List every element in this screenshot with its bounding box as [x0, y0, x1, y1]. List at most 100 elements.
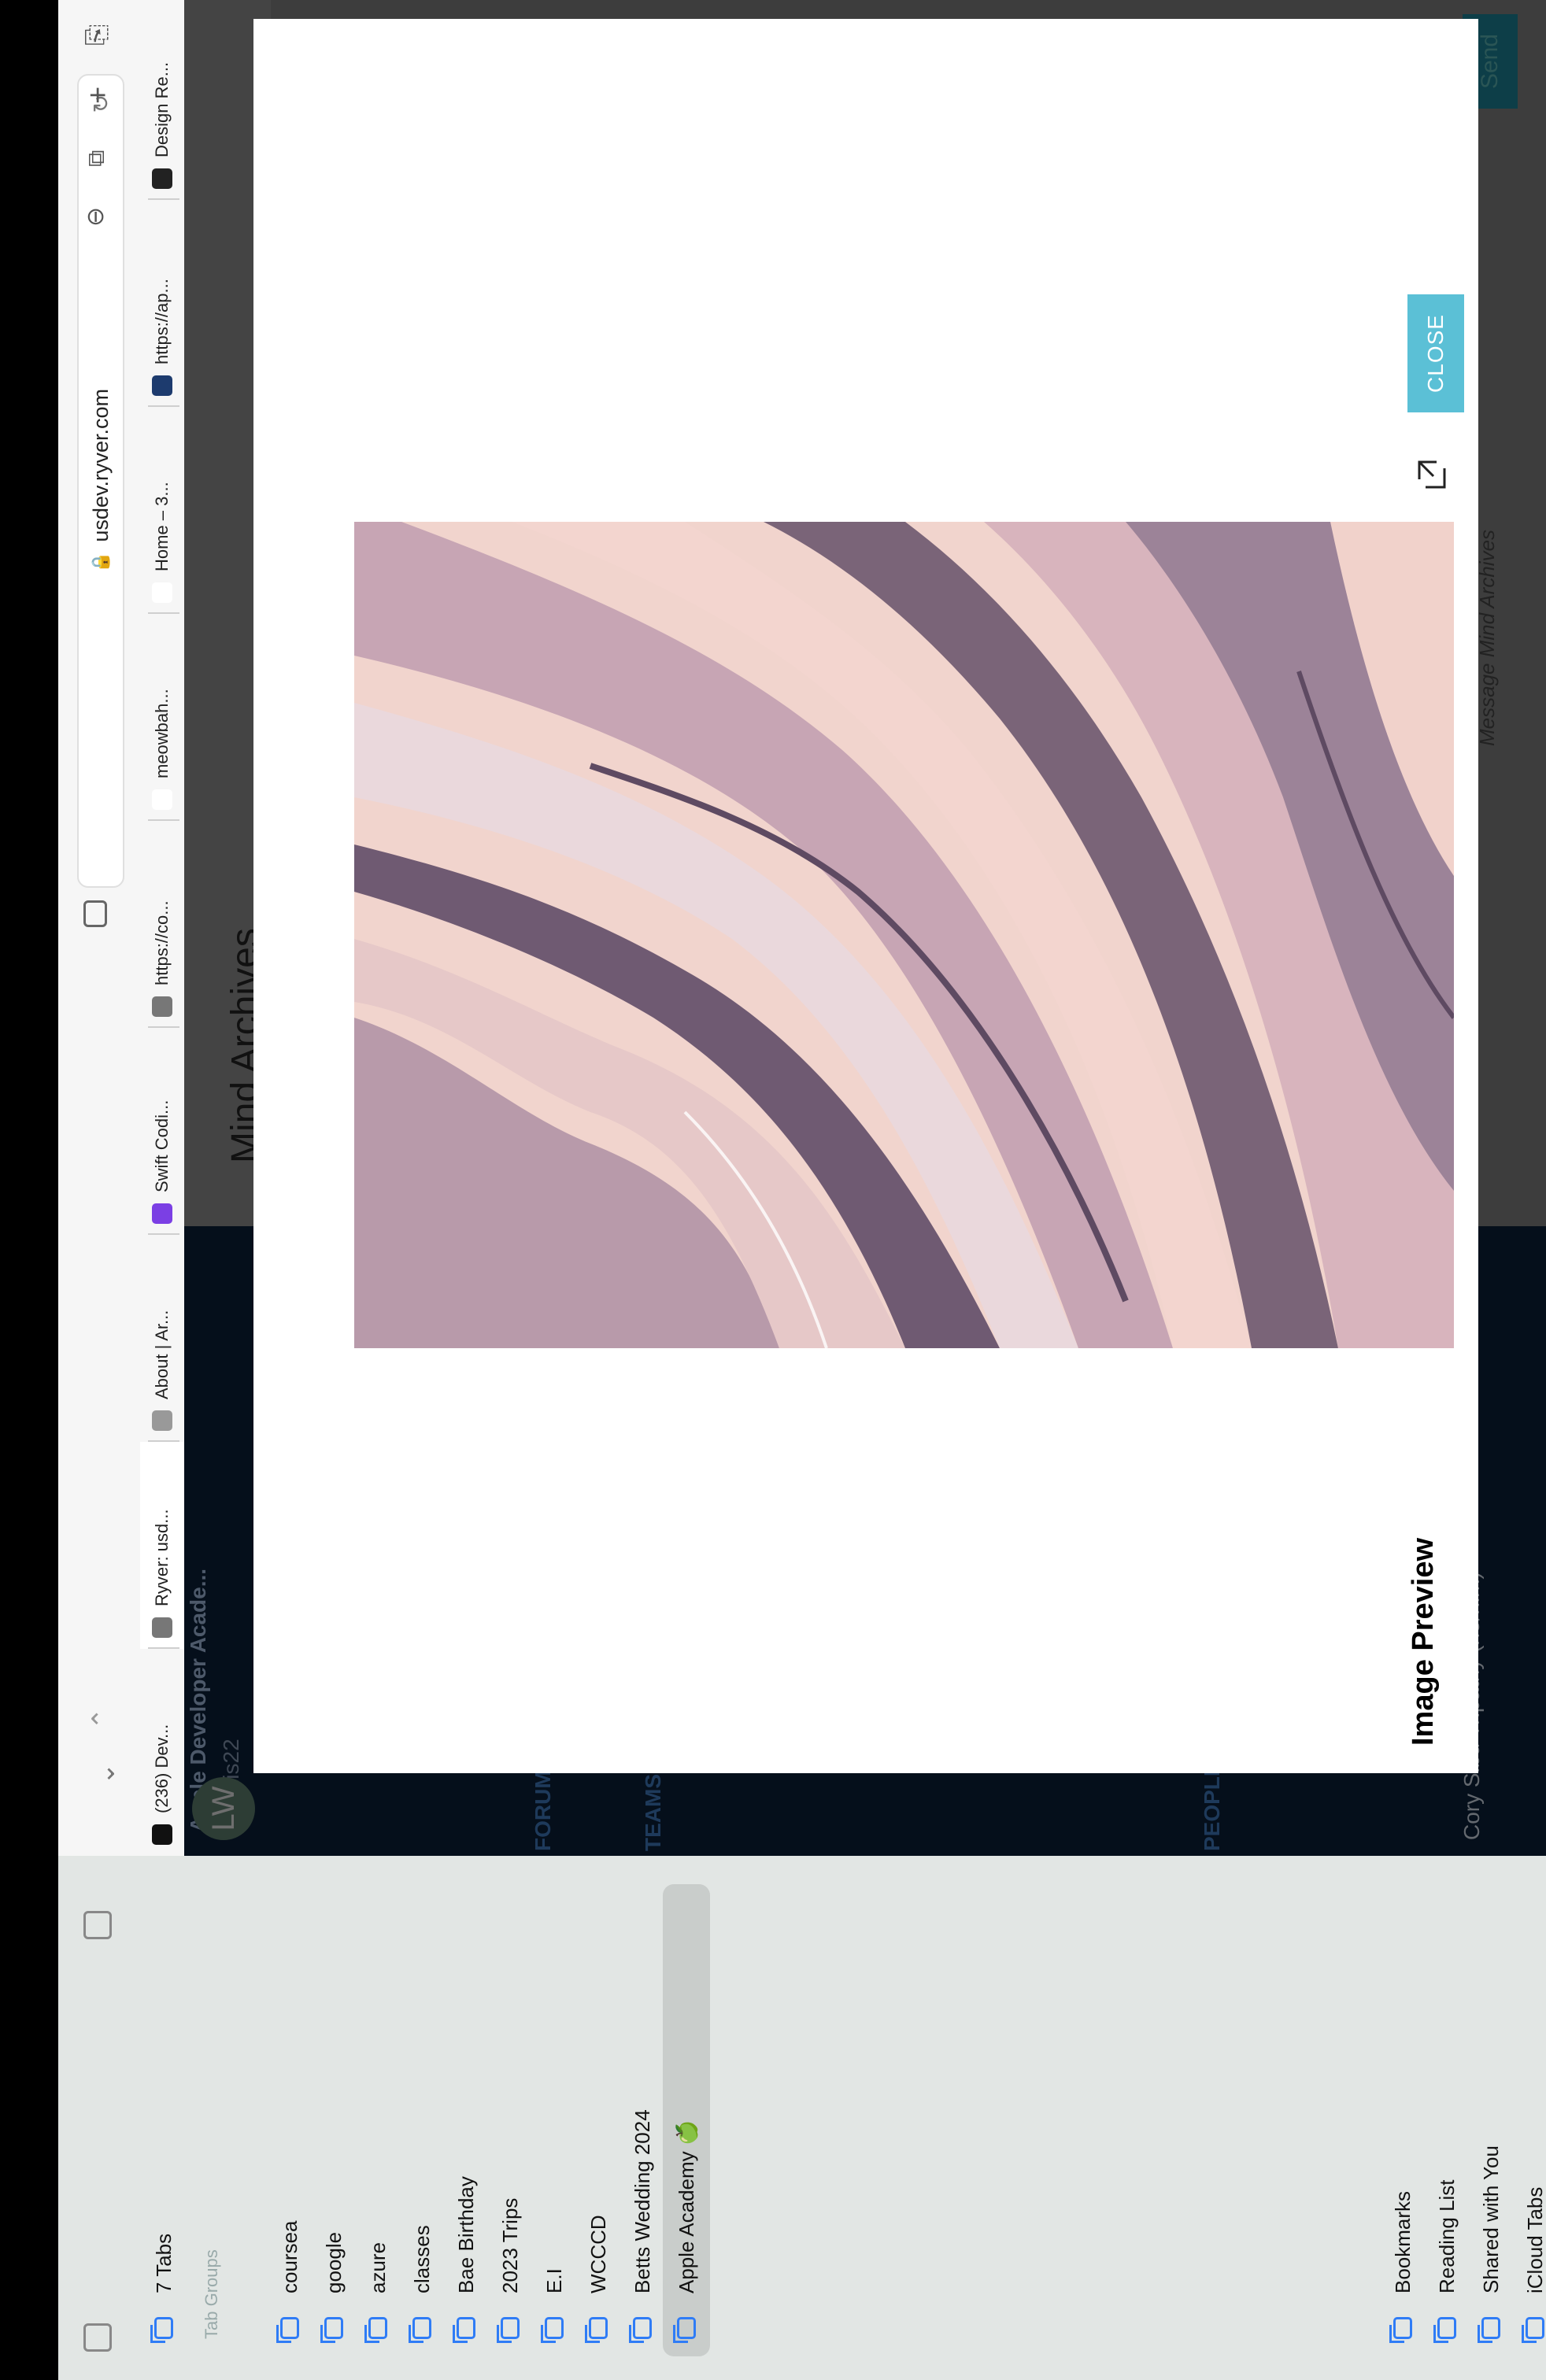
sidebar-bottom-label: Reading List [1434, 2179, 1459, 2293]
tab-group-item[interactable]: E.I [532, 2268, 576, 2339]
address-text: usdev.ryver.com [88, 389, 113, 542]
tab-group-icon [368, 2317, 387, 2339]
tab-group-item[interactable]: Betts Wedding 2024 [620, 2109, 664, 2339]
tab-group-icon [280, 2317, 299, 2339]
tab-separator [148, 612, 179, 614]
tab-separator [148, 1233, 179, 1235]
tab-group-icon [545, 2317, 564, 2339]
tab-group-item[interactable]: WCCCD [576, 2215, 620, 2339]
sidebar-bottom-icon [1526, 2317, 1544, 2339]
modal-title: Image Preview [1407, 1537, 1440, 1746]
tab-group-item[interactable]: azure [356, 2242, 400, 2339]
tab-group-item[interactable]: classes [400, 2225, 444, 2339]
browser-tab[interactable]: (236) Dev... [140, 1649, 184, 1856]
new-tab-group-icon[interactable] [83, 1911, 112, 1939]
globe-favicon [152, 375, 172, 396]
tab-separator [148, 819, 179, 821]
close-button[interactable]: CLOSE [1407, 294, 1464, 412]
tabs-icon [154, 2317, 173, 2339]
generic-favicon [152, 1410, 172, 1431]
tab-group-item[interactable]: Apple Academy 🍏 [664, 2120, 708, 2339]
tab-separator [148, 1647, 179, 1649]
browser-tab-label: About | Ar... [152, 1310, 172, 1399]
tab-overview-icon[interactable]: ⧉ [83, 150, 110, 167]
browser-tab[interactable]: Swift Codi... [140, 1028, 184, 1235]
browser-tab-label: Design Re... [152, 61, 172, 157]
sidebar-bottom-icon [1481, 2317, 1500, 2339]
browser-tab-label: Swift Codi... [152, 1099, 172, 1192]
tab-group-label: google [321, 2231, 346, 2293]
image-preview-modal: Image Preview CLOSE [253, 19, 1478, 1773]
browser-tab-label: https://co... [152, 900, 172, 985]
tab-group-item[interactable]: coursea [268, 2220, 312, 2339]
tab-group-label: Betts Wedding 2024 [630, 2109, 654, 2293]
browser-tab[interactable]: Ryver: usd... [140, 1442, 184, 1649]
tab-group-icon [633, 2317, 652, 2339]
tab-groups-heading: Tab Groups [202, 2249, 221, 2339]
tab-group-label: Apple Academy 🍏 [674, 2119, 698, 2293]
address-bar[interactable]: 🔒 usdev.ryver.com ↻ [77, 74, 124, 888]
apple-favicon [152, 168, 172, 189]
tab-group-icon [457, 2317, 475, 2339]
status-bar [0, 0, 58, 2380]
sidebar-bottom-icon [1437, 2317, 1456, 2339]
sidebar-bottom-item[interactable]: Reading List [1425, 2179, 1469, 2339]
tab-separator [148, 198, 179, 200]
tab-bar: (236) Dev... Ryver: usd... About | Ar... Sw… [140, 0, 184, 1856]
sidebar-bottom-label: Bookmarks [1390, 2190, 1415, 2293]
browser-tab-label: Ryver: usd... [152, 1509, 172, 1606]
sidebar-bottom-item[interactable]: iCloud Tabs [1513, 2187, 1546, 2339]
tab-group-item[interactable]: google [312, 2232, 356, 2339]
tab-group-item[interactable]: Bae Birthday [444, 2176, 488, 2339]
tab-separator [148, 405, 179, 407]
tab-separator [148, 1440, 179, 1442]
browser-tab-label: Home – 3... [152, 482, 172, 571]
preview-image [354, 522, 1454, 1348]
browser-tab[interactable]: Design Re... [140, 0, 184, 200]
tab-group-label: E.I [542, 2268, 566, 2293]
chevron-up-icon[interactable]: ⌃ [87, 1708, 118, 1731]
browser-tab-label: (236) Dev... [152, 1724, 172, 1813]
tab-group-icon [324, 2317, 343, 2339]
browser-tab-label: meowbah... [152, 689, 172, 778]
sidebar-bottom-label: iCloud Tabs [1522, 2186, 1546, 2293]
tab-group-icon [677, 2317, 696, 2339]
u-favicon [152, 996, 172, 1017]
tab-group-icon [412, 2317, 431, 2339]
tab-group-item[interactable]: 2023 Trips [488, 2198, 532, 2339]
tab-group-icon [501, 2317, 520, 2339]
sidebar-bottom-item[interactable]: Bookmarks [1381, 2191, 1425, 2339]
new-tab-icon[interactable]: + [82, 87, 116, 104]
chevron-down-icon[interactable]: ⌄ [90, 1763, 121, 1786]
tab-group-label: classes [409, 2225, 434, 2293]
sidebar-item-tabs[interactable]: 7 Tabs [142, 2234, 186, 2339]
tab-group-label: Bae Birthday [453, 2176, 478, 2293]
browser-tab[interactable]: https://ap... [140, 200, 184, 407]
leaf-favicon [152, 582, 172, 603]
tab-count-label: 7 Tabs [151, 2233, 176, 2293]
share-icon[interactable]: ⎘ [82, 24, 113, 46]
extensions-icon[interactable] [83, 900, 107, 927]
tab-group-icon [589, 2317, 608, 2339]
sidebar-bottom-icon [1393, 2317, 1412, 2339]
browser-tab[interactable]: https://co... [140, 821, 184, 1028]
google-favicon [152, 789, 172, 810]
sidebar-toggle-icon[interactable] [83, 2323, 112, 2352]
browser-tab-label: https://ap... [152, 279, 172, 364]
sidebar-bottom-item[interactable]: Shared with You [1469, 2145, 1513, 2339]
tab-group-label: WCCCD [586, 2215, 610, 2293]
tab-separator [148, 1026, 179, 1028]
tab-group-label: azure [365, 2241, 390, 2293]
forward-icon[interactable]: ⊖ [82, 207, 109, 227]
browser-tab[interactable]: About | Ar... [140, 1235, 184, 1442]
bird-favicon [152, 1824, 172, 1845]
browser-tab[interactable]: meowbah... [140, 614, 184, 821]
ryver-favicon [152, 1617, 172, 1638]
lock-icon: 🔒 [91, 551, 110, 573]
browser-tab[interactable]: Home – 3... [140, 407, 184, 614]
expand-icon[interactable] [1416, 459, 1448, 490]
tab-group-label: coursea [277, 2220, 301, 2294]
sidebar-bottom-label: Shared with You [1478, 2145, 1503, 2293]
purple-favicon [152, 1203, 172, 1224]
tab-group-label: 2023 Trips [497, 2197, 522, 2293]
